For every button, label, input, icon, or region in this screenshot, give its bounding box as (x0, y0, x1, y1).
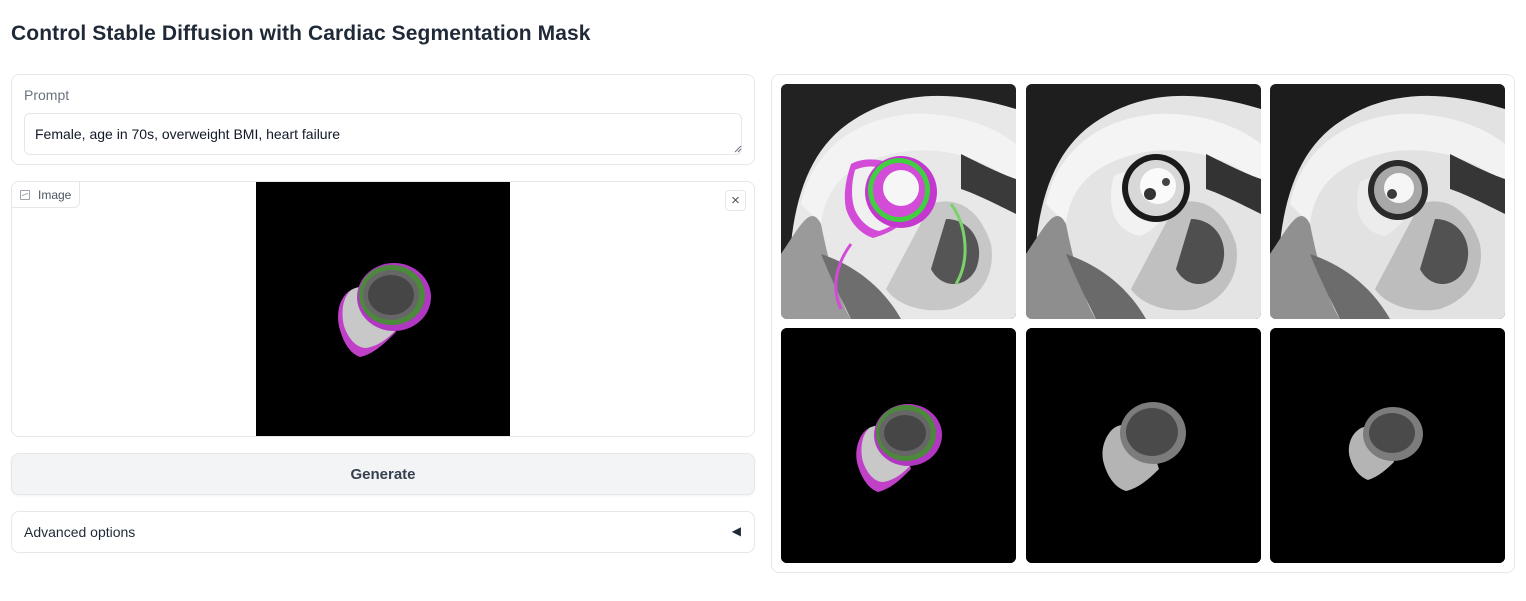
mask-image (781, 328, 1016, 563)
gallery-item-mask-gray-2[interactable] (1270, 328, 1505, 563)
advanced-options-label: Advanced options (24, 524, 136, 540)
prompt-textarea[interactable]: Female, age in 70s, overweight BMI, hear… (24, 113, 742, 155)
gallery-item-mri-overlay[interactable] (781, 84, 1016, 319)
mri-overlay-image (781, 84, 1016, 319)
generate-button[interactable]: Generate (11, 453, 755, 495)
gallery-item-mri-2[interactable] (1270, 84, 1505, 319)
mri-image (1026, 84, 1261, 319)
image-icon (20, 189, 30, 200)
image-input[interactable]: Image × (11, 181, 755, 437)
image-label-tag: Image (12, 182, 81, 208)
prompt-block: Prompt Female, age in 70s, overweight BM… (11, 74, 755, 165)
gallery-item-mri-1[interactable] (1026, 84, 1261, 319)
mask-image (1026, 328, 1261, 563)
gallery-item-mask-gray-1[interactable] (1026, 328, 1261, 563)
image-label: Image (38, 187, 72, 202)
advanced-options-accordion[interactable]: Advanced options ◀ (11, 511, 755, 553)
gallery-item-mask-color[interactable] (781, 328, 1016, 563)
mask-image (1270, 328, 1505, 563)
segmentation-mask-image (256, 182, 510, 436)
collapse-arrow-icon[interactable]: ◀ (732, 524, 741, 538)
close-icon: × (731, 192, 740, 209)
output-gallery (771, 74, 1515, 573)
resize-grip-icon[interactable] (734, 145, 742, 153)
mri-image (1270, 84, 1505, 319)
prompt-label: Prompt (24, 87, 70, 103)
page-title: Control Stable Diffusion with Cardiac Se… (11, 22, 591, 45)
clear-image-button[interactable]: × (725, 190, 746, 211)
